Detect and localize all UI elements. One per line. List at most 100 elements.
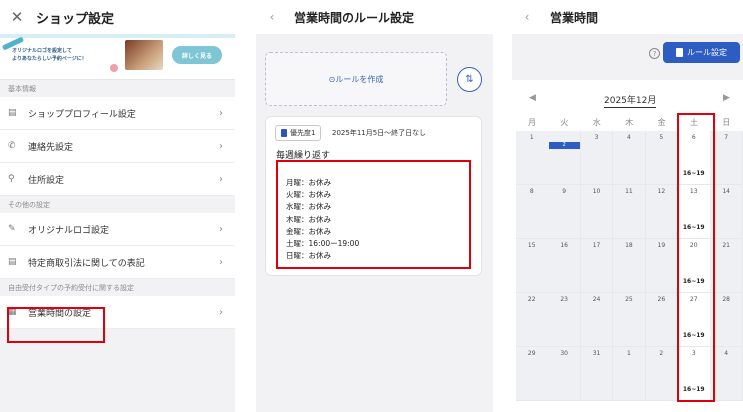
calendar-day[interactable]: 21 [710, 239, 742, 292]
day-number: 14 [722, 188, 730, 195]
section-label: その他の設定 [0, 196, 235, 213]
calendar-day[interactable]: 29 [516, 347, 548, 400]
logo-promo-banner[interactable]: オリジナルロゴを設定して よりあなたらしい予約ページに！ 詳しく見る [0, 34, 235, 80]
chevron-right-icon: › [219, 173, 223, 185]
day-number: 25 [625, 296, 633, 303]
banner-strip [0, 34, 235, 38]
day-number: 10 [592, 188, 601, 195]
day-number: 31 [592, 350, 601, 357]
calendar-day[interactable]: 31 [580, 347, 613, 400]
highlight-box [677, 113, 715, 402]
create-rule-button[interactable]: ⊙ルールを作成 [265, 52, 447, 106]
calendar-day[interactable]: 17 [580, 239, 613, 292]
calendar-day[interactable]: 9 [548, 185, 580, 238]
banner-more-button[interactable]: 詳しく見る [172, 46, 222, 64]
menu-item-label: 特定商取引法に関しての表記 [28, 258, 145, 269]
calendar-day[interactable]: 1 [516, 131, 548, 184]
chevron-right-icon: › [219, 306, 223, 318]
calendar-day[interactable]: 16 [548, 239, 580, 292]
day-number: 1 [529, 134, 534, 141]
page-title: ショップ設定 [36, 11, 115, 27]
day-number: 16 [560, 242, 568, 249]
shop-settings-header: ✕ ショップ設定 [0, 0, 235, 34]
calendar-day[interactable]: 10 [580, 185, 613, 238]
weekday-label: 火 [560, 118, 569, 127]
decorative-dot [110, 64, 118, 72]
day-number: 26 [657, 296, 666, 303]
calendar-day[interactable]: 15 [516, 239, 548, 292]
prev-month-icon[interactable]: ◀ [529, 93, 536, 103]
back-chevron-icon[interactable]: ‹ [512, 10, 536, 24]
weekday-label: 木 [625, 118, 634, 127]
calendar-day[interactable]: 28 [710, 293, 742, 346]
calendar-day[interactable]: 4 [613, 131, 645, 184]
calendar-day[interactable]: 24 [580, 293, 613, 346]
day-number: 11 [625, 188, 633, 195]
highlight-box [7, 307, 105, 343]
day-number: 7 [724, 134, 729, 141]
day-number: 4 [724, 350, 729, 357]
help-icon[interactable]: ? [649, 48, 660, 59]
highlight-box [276, 160, 471, 269]
menu-item-label: 住所設定 [28, 175, 65, 186]
day-number: 17 [592, 242, 601, 249]
menu-item-0-2[interactable]: ⚲ 住所設定 › [0, 163, 235, 196]
weekday-label: 日 [722, 118, 731, 127]
calendar-day[interactable]: 14 [710, 185, 742, 238]
book-icon [676, 48, 683, 57]
business-hours-screen: ‹ 営業時間 ? ルール設定 ◀ 2025年12月 ▶ 月火水木金土日 1234… [512, 0, 743, 412]
calendar-day[interactable]: 26 [645, 293, 678, 346]
rule-settings-header: ‹ 営業時間のルール設定 [256, 0, 493, 34]
calendar-day[interactable]: 18 [613, 239, 645, 292]
calendar-day[interactable]: 23 [548, 293, 580, 346]
next-month-icon[interactable]: ▶ [723, 93, 730, 103]
day-number: 24 [592, 296, 601, 303]
day-number: 15 [527, 242, 536, 249]
calendar-day[interactable]: 11 [613, 185, 645, 238]
calendar-day[interactable]: 25 [613, 293, 645, 346]
day-number: 22 [527, 296, 536, 303]
back-chevron-icon[interactable]: ‹ [256, 10, 280, 24]
calendar-day[interactable]: 2 [645, 347, 678, 400]
menu-item-1-0[interactable]: ✎ オリジナルロゴ設定 › [0, 213, 235, 246]
calendar-day[interactable]: 4 [710, 347, 742, 400]
profile-card-icon: ▤ [8, 108, 17, 118]
chevron-right-icon: › [219, 256, 223, 268]
banner-line-2: よりあなたらしい予約ページに！ [12, 56, 87, 62]
calendar-day[interactable]: 30 [548, 347, 580, 400]
day-number: 3 [594, 134, 599, 141]
priority-badge: 優先度1 [275, 125, 322, 141]
today-marker: 2 [548, 142, 580, 149]
calendar-day[interactable]: 2 [548, 131, 580, 184]
rule-settings-label: ルール設定 [687, 48, 727, 57]
menu-item-0-0[interactable]: ▤ ショッププロフィール設定 › [0, 97, 235, 130]
day-number: 28 [722, 296, 730, 303]
page-title: 営業時間のルール設定 [294, 10, 415, 25]
day-number: 9 [562, 188, 567, 195]
sort-icon[interactable]: ⇅ [457, 67, 482, 92]
month-label: 2025年12月 [604, 93, 657, 108]
menu-item-0-1[interactable]: ✆ 連絡先設定 › [0, 130, 235, 163]
menu-item-label: オリジナルロゴ設定 [28, 225, 110, 236]
day-number: 19 [657, 242, 666, 249]
chevron-right-icon: › [219, 107, 223, 119]
banner-text: オリジナルロゴを設定して よりあなたらしい予約ページに！ [12, 47, 87, 63]
priority-label: 優先度1 [290, 129, 316, 137]
calendar-day[interactable]: 7 [710, 131, 742, 184]
calendar-day[interactable]: 12 [645, 185, 678, 238]
calendar-day[interactable]: 19 [645, 239, 678, 292]
weekday-label: 水 [592, 118, 601, 127]
day-number: 30 [560, 350, 568, 357]
menu-item-1-1[interactable]: ▤ 特定商取引法に関しての表記 › [0, 246, 235, 279]
calendar-day[interactable]: 22 [516, 293, 548, 346]
calendar-day[interactable]: 5 [645, 131, 678, 184]
close-icon[interactable]: ✕ [0, 8, 28, 26]
calendar-day[interactable]: 8 [516, 185, 548, 238]
calendar-day[interactable]: 1 [613, 347, 645, 400]
business-hours-header: ‹ 営業時間 [512, 0, 743, 34]
chevron-right-icon: › [219, 140, 223, 152]
rule-settings-button[interactable]: ルール設定 [663, 42, 740, 63]
menu-item-label: 連絡先設定 [28, 142, 74, 153]
calendar-day[interactable]: 3 [580, 131, 613, 184]
day-number: 8 [529, 188, 534, 195]
